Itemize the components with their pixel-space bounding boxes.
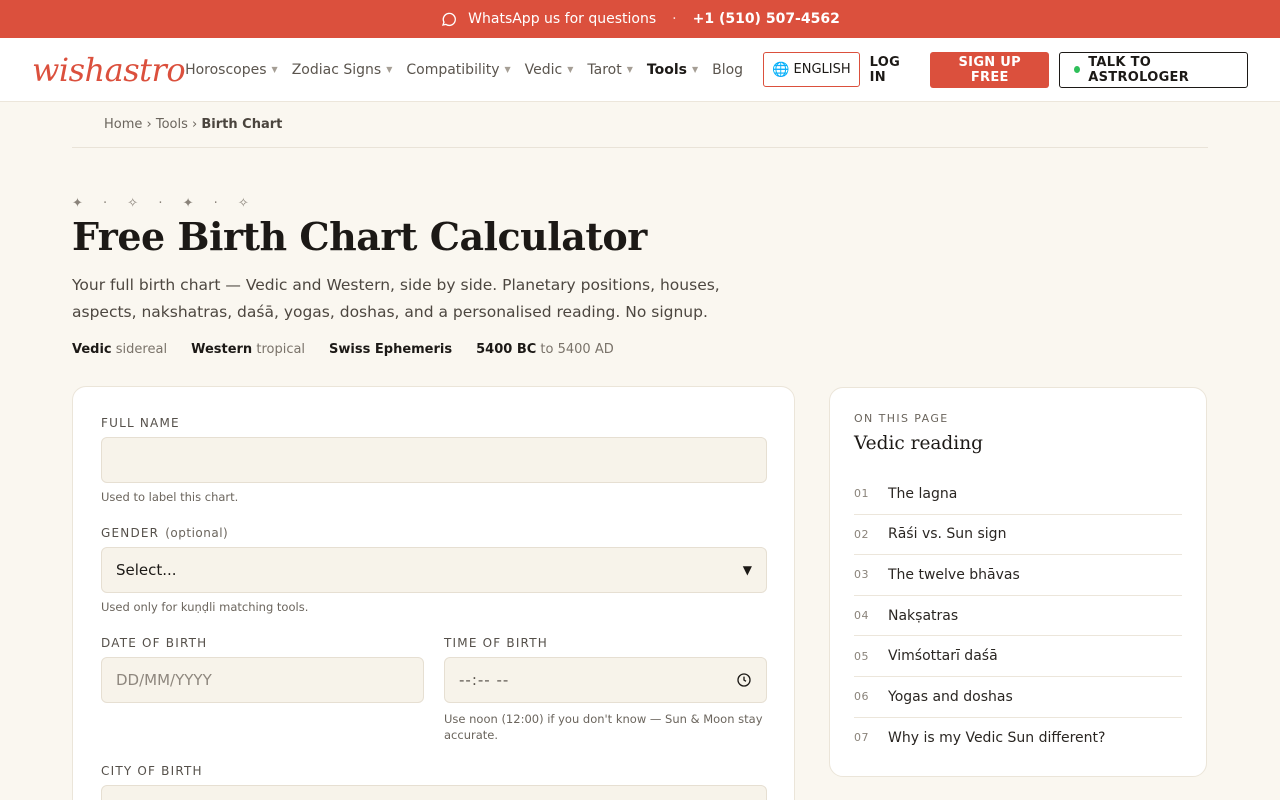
toc-title: Vedic reading <box>854 433 983 454</box>
online-status-dot <box>1074 66 1081 73</box>
toc-list: 01 The lagna 02 Rāśi vs. Sun sign 03 The tw… <box>854 474 1182 758</box>
page-subtitle: Your full birth chart — Vedic and Wester… <box>72 276 720 321</box>
nav-tools[interactable]: Tools ▼ <box>647 62 698 78</box>
nav-label: Vedic <box>524 61 563 78</box>
globe-icon: 🌐 <box>772 61 790 78</box>
tob-input[interactable]: --:-- -- <box>444 657 767 703</box>
breadcrumb-bar: Home › Tools › Birth Chart <box>72 102 1208 148</box>
language-button[interactable]: 🌐 ENGLISH <box>763 52 860 87</box>
toc-item[interactable]: 04 Nakṣatras <box>854 596 1182 637</box>
full-name-input[interactable] <box>101 437 767 483</box>
nav-label: Zodiac Signs <box>291 61 382 78</box>
triangle-down-icon: ▼ <box>742 563 752 577</box>
toc-item[interactable]: 07 Why is my Vedic Sun different? <box>854 718 1182 759</box>
nav-zodiac-signs[interactable]: Zodiac Signs ▼ <box>292 62 393 78</box>
breadcrumb-current: Birth Chart <box>201 117 283 132</box>
login-button[interactable]: LOG IN <box>870 55 915 85</box>
meta-item: 5400 BC to 5400 AD <box>476 342 614 357</box>
nav-horoscopes[interactable]: Horoscopes ▼ <box>185 62 278 78</box>
phone-link[interactable]: +1 (510) 507-4562 <box>693 11 840 27</box>
gender-select[interactable]: Select... ▼ <box>101 547 767 593</box>
language-label: ENGLISH <box>793 62 851 77</box>
full-name-hint: Used to label this chart. <box>101 490 239 504</box>
chat-bubble-icon <box>442 12 457 27</box>
breadcrumb-sep: › <box>192 117 198 132</box>
toc-item[interactable]: 01 The lagna <box>854 474 1182 515</box>
clock-icon[interactable] <box>736 672 752 688</box>
meta-item: Swiss Ephemeris <box>329 342 453 357</box>
talk-to-astrologer-button[interactable]: TALK TO ASTROLOGER <box>1059 51 1248 88</box>
gender-hint: Used only for kuṇḍli matching tools. <box>101 600 309 614</box>
breadcrumb-home[interactable]: Home <box>104 117 142 132</box>
sparkle-decoration: ✦ · ✧ · ✦ · ✧ <box>72 196 257 211</box>
breadcrumb: Home › Tools › Birth Chart <box>104 117 282 132</box>
dob-input[interactable] <box>101 657 424 703</box>
city-input[interactable] <box>101 785 767 800</box>
separator: · <box>672 11 677 27</box>
nav-vedic[interactable]: Vedic ▼ <box>525 62 574 78</box>
gender-label: GENDER (optional) <box>101 526 229 540</box>
meta-item: Vedic sidereal <box>72 342 168 357</box>
nav-label: Compatibility <box>406 61 500 78</box>
page-title: Free Birth Chart Calculator <box>72 214 647 259</box>
caret-down-icon: ▼ <box>504 65 511 74</box>
nav-label: Horoscopes <box>185 61 267 78</box>
nav-label: Tools <box>646 61 687 78</box>
city-label: CITY OF BIRTH <box>101 764 203 778</box>
nav-label: Tarot <box>587 61 622 78</box>
meta-item: Western tropical <box>191 342 306 357</box>
site-header: wishastro Horoscopes ▼ Zodiac Signs ▼ Comp… <box>0 38 1280 102</box>
caret-down-icon: ▼ <box>626 65 633 74</box>
nav-tarot[interactable]: Tarot ▼ <box>587 62 632 78</box>
toc-item[interactable]: 03 The twelve bhāvas <box>854 555 1182 596</box>
talk-label: TALK TO ASTROLOGER <box>1088 54 1190 85</box>
tob-label: TIME OF BIRTH <box>444 636 548 650</box>
toc-item[interactable]: 05 Vimśottarī daśā <box>854 636 1182 677</box>
toc-eyebrow: ON THIS PAGE <box>854 412 949 425</box>
caret-down-icon: ▼ <box>386 65 393 74</box>
caret-down-icon: ▼ <box>567 65 574 74</box>
main-nav: Horoscopes ▼ Zodiac Signs ▼ Compatibility ▼… <box>185 62 757 78</box>
feature-meta: Vedic sidereal Western tropical Swiss Ep… <box>72 342 614 357</box>
logo[interactable]: wishastro <box>32 51 186 89</box>
toc-item[interactable]: 02 Rāśi vs. Sun sign <box>854 515 1182 556</box>
on-this-page-card: ON THIS PAGE Vedic reading 01 The lagna 0… <box>829 387 1207 777</box>
breadcrumb-sep: › <box>146 117 152 132</box>
caret-down-icon: ▼ <box>691 65 699 74</box>
whatsapp-link[interactable]: WhatsApp us for questions <box>468 11 656 27</box>
gender-value: Select... <box>116 561 177 579</box>
caret-down-icon: ▼ <box>271 65 278 74</box>
toc-item[interactable]: 06 Yogas and doshas <box>854 677 1182 718</box>
announcement-bar: WhatsApp us for questions · +1 (510) 507… <box>0 0 1280 38</box>
breadcrumb-tools[interactable]: Tools <box>156 117 188 132</box>
tob-hint: Use noon (12:00) if you don't know — Sun… <box>444 712 763 742</box>
birth-chart-form: FULL NAME Used to label this chart. GEND… <box>72 386 795 800</box>
tob-placeholder: --:-- -- <box>459 671 510 689</box>
nav-blog[interactable]: Blog <box>712 62 743 78</box>
dob-label: DATE OF BIRTH <box>101 636 208 650</box>
signup-button[interactable]: SIGN UP FREE <box>930 51 1050 88</box>
nav-label: Blog <box>712 61 744 78</box>
nav-compatibility[interactable]: Compatibility ▼ <box>406 62 510 78</box>
full-name-label: FULL NAME <box>101 416 180 430</box>
